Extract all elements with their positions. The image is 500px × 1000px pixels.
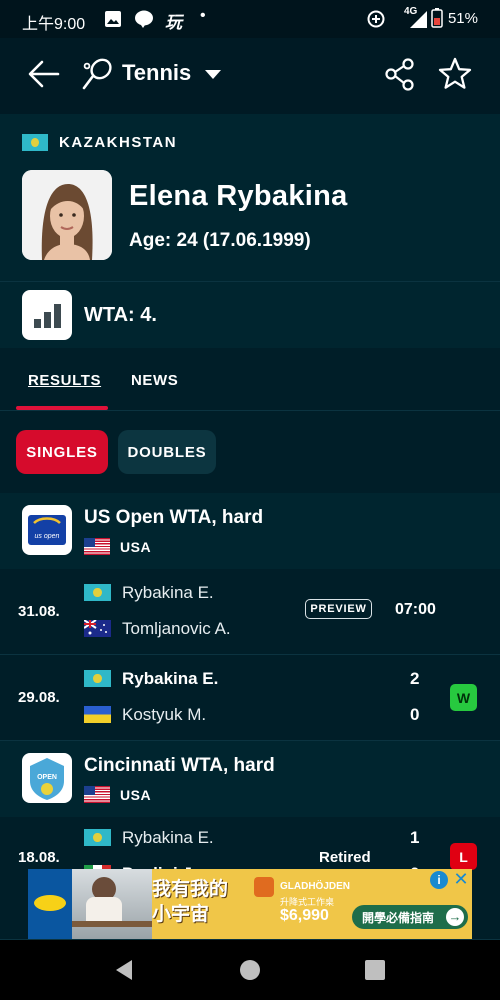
status-bar: 上午9:00 玩 • 4G 51% <box>0 0 500 38</box>
kazakhstan-flag-icon <box>84 670 111 687</box>
tab-results[interactable]: RESULTS <box>28 372 101 389</box>
player-two: Kostyuk M. <box>122 705 207 724</box>
dropdown-caret-icon[interactable] <box>204 69 222 81</box>
score-one: 1 <box>410 828 420 847</box>
filter-singles[interactable]: SINGLES <box>16 430 108 474</box>
ad-headline: 我有我的小宇宙 <box>152 879 229 925</box>
player-name: Elena Rybakina <box>129 180 348 212</box>
system-nav-bar <box>0 940 500 1000</box>
match-time: 07:00 <box>395 601 436 618</box>
active-tab-indicator <box>16 406 108 410</box>
ikea-logo-icon <box>28 869 72 939</box>
ad-banner[interactable]: 我有我的小宇宙 GLADHÖJDEN 升降式工作桌 $6,990 開學必備指南 … <box>28 869 472 939</box>
us-open-logo-text: us open <box>35 533 60 540</box>
app-icon: 玩 <box>165 13 182 32</box>
data-saver-icon <box>367 10 385 28</box>
cincinnati-logo-text: OPEN <box>37 774 57 781</box>
australia-flag-icon <box>84 620 111 637</box>
player-two: Tomljanovic A. <box>122 619 231 638</box>
match-status: Retired <box>319 849 371 866</box>
status-time: 上午9:00 <box>22 16 86 33</box>
match-date: 18.08. <box>18 849 60 866</box>
ad-photo <box>72 869 152 939</box>
arrow-right-icon: → <box>446 908 464 926</box>
ad-cta-label: 開學必備指南 <box>362 910 435 925</box>
star-icon[interactable] <box>437 56 473 92</box>
win-badge: W <box>450 684 477 711</box>
sport-title[interactable]: Tennis <box>122 60 191 86</box>
player-country: KAZAKHSTAN <box>59 134 178 151</box>
share-icon[interactable] <box>382 56 418 92</box>
player-age: Age: 24 (17.06.1999) <box>129 230 311 251</box>
nav-recents-icon[interactable] <box>364 959 386 981</box>
ad-badge-icon <box>254 877 274 897</box>
match-row[interactable]: 31.08. Rybakina E. Tomljanovic A. PREVIE… <box>0 569 500 655</box>
tournament-country: USA <box>120 539 152 555</box>
score-two: 0 <box>410 705 420 724</box>
tab-bar: RESULTS NEWS <box>0 348 500 411</box>
usa-flag-icon <box>84 538 110 555</box>
usa-flag-icon <box>84 786 110 803</box>
ad-brand: GLADHÖJDEN <box>280 881 351 892</box>
match-date: 29.08. <box>18 689 60 706</box>
battery-percent: 51% <box>447 10 478 27</box>
image-icon <box>105 11 121 27</box>
tennis-racket-icon <box>82 58 112 90</box>
tournament-header[interactable]: OPEN Cincinnati WTA, hard USA <box>0 741 500 817</box>
tournament-name: US Open WTA, hard <box>84 507 264 528</box>
battery-icon <box>431 8 443 28</box>
player-photo <box>22 170 112 260</box>
tournament-name: Cincinnati WTA, hard <box>84 755 275 776</box>
kazakhstan-flag-icon <box>84 584 111 601</box>
nav-home-icon[interactable] <box>239 959 261 981</box>
ad-cta-button[interactable]: 開學必備指南 → <box>352 905 468 929</box>
loss-badge: L <box>450 843 477 870</box>
ukraine-flag-icon <box>84 706 111 723</box>
nav-back-icon[interactable] <box>112 958 136 982</box>
back-arrow-icon[interactable] <box>26 56 62 92</box>
match-row[interactable]: 29.08. Rybakina E. Kostyuk M. 2 0 W <box>0 655 500 741</box>
divider <box>0 281 500 282</box>
tournament-header[interactable]: us open US Open WTA, hard USA <box>0 493 500 569</box>
line-icon <box>135 10 153 28</box>
player-one: Rybakina E. <box>122 583 214 602</box>
dot-icon: • <box>200 7 206 24</box>
player-one: Rybakina E. <box>122 669 219 688</box>
kazakhstan-flag-icon <box>22 134 48 151</box>
app-header: Tennis <box>0 38 500 114</box>
tab-news[interactable]: NEWS <box>131 372 178 389</box>
player-card: KAZAKHSTAN Elena Rybakina Age: 24 (17.06… <box>0 114 500 348</box>
us-open-logo-icon: us open <box>22 505 72 555</box>
match-date: 31.08. <box>18 603 60 620</box>
signal-icon <box>410 11 427 28</box>
player-one: Rybakina E. <box>122 828 214 847</box>
avatar <box>22 170 112 260</box>
ad-info-icon[interactable]: i <box>430 871 448 889</box>
player-ranking: WTA: 4. <box>84 304 157 326</box>
preview-badge[interactable]: PREVIEW <box>305 599 372 619</box>
kazakhstan-flag-icon <box>84 829 111 846</box>
ad-price: $6,990 <box>280 907 329 924</box>
score-one: 2 <box>410 669 420 688</box>
cincinnati-open-logo-icon: OPEN <box>22 753 72 803</box>
ad-close-icon[interactable]: ✕ <box>452 869 470 889</box>
ranking-icon <box>22 290 72 340</box>
filter-doubles[interactable]: DOUBLES <box>118 430 216 474</box>
tournament-country: USA <box>120 787 152 803</box>
